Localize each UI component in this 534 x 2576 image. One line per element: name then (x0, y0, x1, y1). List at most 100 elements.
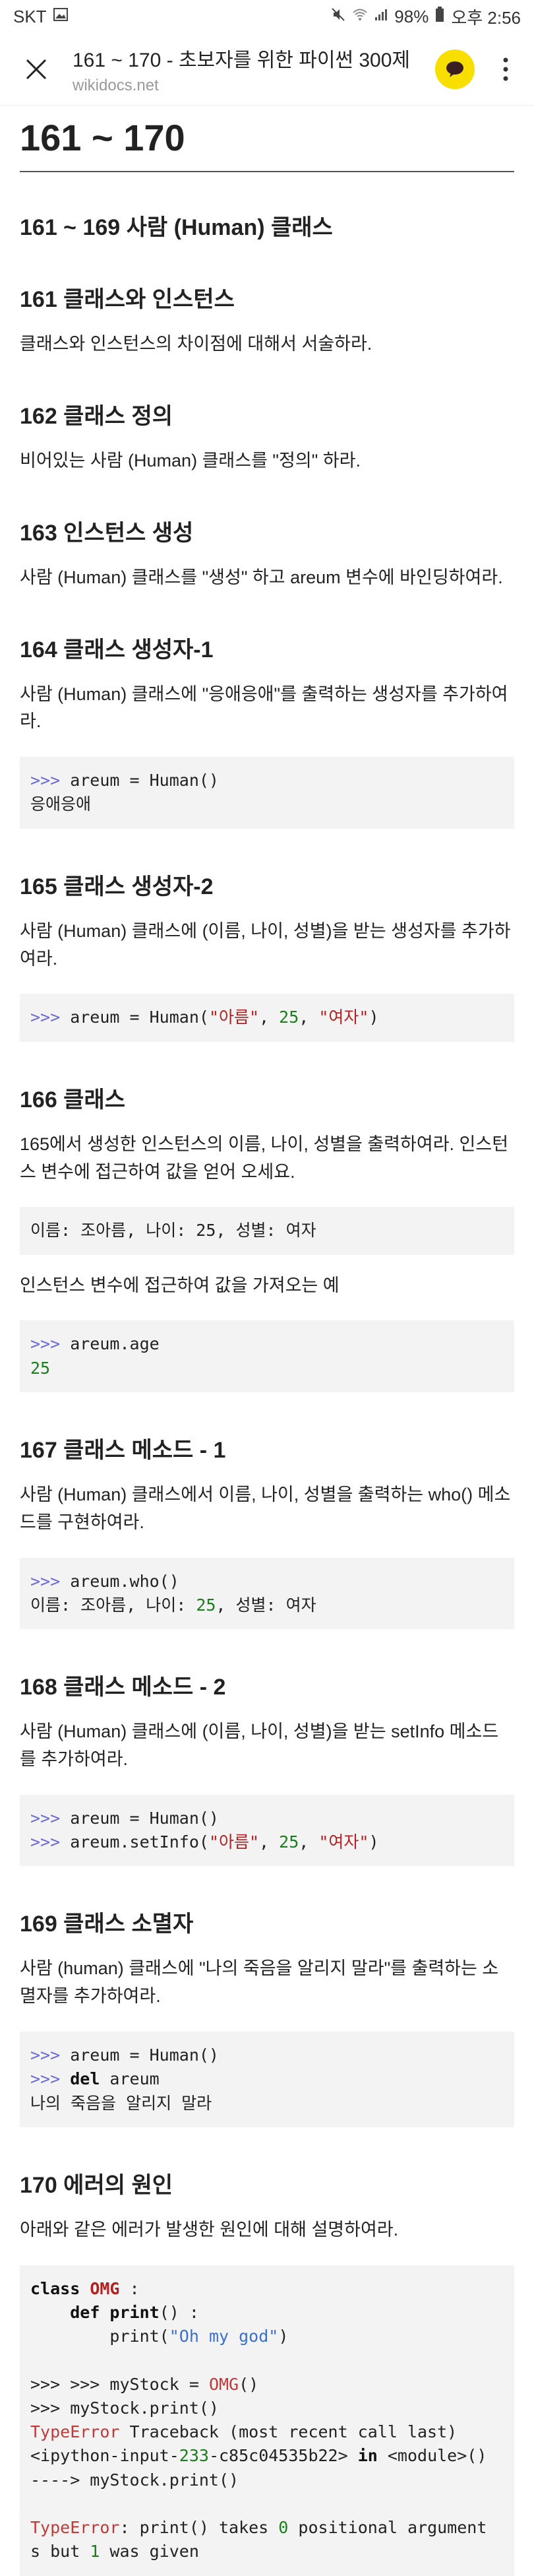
question-162-title: 162 클래스 정의 (20, 403, 173, 429)
chat-bubble-icon (446, 61, 463, 77)
code-text: : (119, 2278, 140, 2298)
battery-percent: 98% (394, 6, 429, 26)
section-heading: 161 ~ 169 사람 (Human) 클래스 (20, 215, 333, 240)
question-161-title: 161 클래스와 인스턴스 (20, 287, 235, 312)
code-class-name: OMG (208, 2374, 239, 2394)
status-bar: SKT 98% 오후 2:56 (0, 0, 534, 33)
code-text: areum = Human() (60, 2045, 219, 2065)
code-number: 25 (279, 1832, 299, 1852)
clock: 오후 2:56 (451, 7, 521, 28)
question-167-code: >>> areum.who() 이름: 조아름, 나이: 25, 성별: 여자 (20, 1557, 514, 1630)
code-text: -c85c04535b22> (208, 2446, 358, 2466)
code-prompt: >>> (30, 771, 61, 790)
code-text: s but (30, 2542, 90, 2561)
code-error-name: TypeError (30, 2518, 120, 2538)
question-170-desc: 아래와 같은 에러가 발생한 원인에 대해 설명하여라. (20, 2219, 399, 2239)
carrier-label: SKT (13, 6, 47, 26)
question-164-desc: 사람 (Human) 클래스에 "응애응애"를 출력하는 생성자를 추가하여라. (20, 684, 508, 732)
question-166-desc: 165에서 생성한 인스턴스의 이름, 나이, 성별을 출력하여라. 인스턴스 … (20, 1134, 509, 1182)
code-keyword: class (30, 2278, 80, 2298)
code-text: , (259, 1008, 280, 1027)
question-166-code: >>> areum.age 25 (20, 1320, 514, 1392)
wifi-icon (352, 7, 368, 26)
code-prompt: >>> (30, 1808, 61, 1828)
question-170-title: 170 에러의 원인 (20, 2172, 173, 2198)
article-content: 161 ~ 170 161 ~ 169 사람 (Human) 클래스 161 클… (20, 106, 514, 2576)
code-keyword: in (357, 2446, 378, 2466)
code-number: 233 (179, 2446, 209, 2466)
code-number: 0 (278, 2518, 289, 2538)
battery-icon (435, 6, 444, 27)
code-number: 25 (196, 1595, 216, 1615)
code-output: 이름: 조아름, 나이: (30, 1595, 196, 1615)
code-output: 나의 죽음을 알리지 말라 (30, 2093, 212, 2113)
code-prompt: >>> (30, 1008, 61, 1027)
question-170-code: class OMG : def print() : print("Oh my g… (20, 2265, 514, 2576)
code-error-name: TypeError (30, 2422, 120, 2442)
code-string: "Oh my god" (169, 2327, 279, 2346)
code-number: 25 (279, 1008, 299, 1027)
code-text: was given (100, 2542, 199, 2561)
close-button[interactable] (0, 33, 73, 106)
question-168-code: >>> areum = Human() >>> areum.setInfo("아… (20, 1794, 514, 1867)
question-169-code: >>> areum = Human() >>> del areum 나의 죽음을… (20, 2032, 514, 2127)
code-text: areum.who() (60, 1571, 179, 1591)
code-text: Traceback (most recent call last) (119, 2422, 458, 2442)
question-164-title: 164 클래스 생성자-1 (20, 637, 214, 662)
question-166-output: 이름: 조아름, 나이: 25, 성별: 여자 (20, 1207, 514, 1255)
code-function-name: print (100, 2302, 160, 2322)
code-string: "여자" (318, 1008, 369, 1027)
code-text: areum = Human( (60, 1008, 209, 1027)
browser-page-title: 161 ~ 170 - 초보자를 위한 파이썬 300제 (73, 49, 411, 71)
code-text: ) (369, 1008, 379, 1027)
code-string: "아름" (208, 1008, 260, 1027)
question-166-desc2: 인스턴스 변수에 접근하여 값을 가져오는 예 (20, 1275, 340, 1295)
code-keyword: def (70, 2302, 100, 2322)
question-166-title: 166 클래스 (20, 1087, 126, 1112)
status-right: 98% 오후 2:56 (331, 5, 521, 29)
code-output: 이름: 조아름, 나이: 25, 성별: 여자 (30, 1221, 316, 1240)
code-output: 응애응애 (30, 794, 92, 814)
code-text: areum = Human() (60, 771, 219, 790)
code-text: print( (109, 2327, 169, 2346)
question-167-desc: 사람 (Human) 클래스에서 이름, 나이, 성별을 출력하는 who() … (20, 1484, 511, 1532)
code-text: ) (369, 1832, 379, 1852)
question-163-title: 163 인스턴스 생성 (20, 520, 194, 546)
code-text: positional argument (288, 2518, 487, 2538)
code-prompt: >>> (30, 2069, 61, 2089)
browser-toolbar: 161 ~ 170 - 초보자를 위한 파이썬 300제 wikidocs.ne… (0, 33, 534, 106)
code-text: () (239, 2374, 259, 2394)
question-167-title: 167 클래스 메소드 - 1 (20, 1437, 226, 1463)
code-text: areum.setInfo( (60, 1832, 209, 1852)
question-168-title: 168 클래스 메소드 - 2 (20, 1675, 226, 1700)
code-text: () : (159, 2302, 199, 2322)
question-168-desc: 사람 (Human) 클래스에 (이름, 나이, 성별)을 받는 setInfo… (20, 1722, 499, 1769)
code-string: "여자" (318, 1832, 369, 1852)
signal-icon (374, 7, 388, 26)
code-text: , (299, 1832, 319, 1852)
more-vertical-icon (503, 57, 508, 80)
code-result: 25 (30, 1358, 51, 1378)
kakao-share-button[interactable] (435, 49, 475, 89)
code-text: >>> myStock.print() (30, 2398, 219, 2418)
code-text: >>> >>> myStock = (30, 2374, 209, 2394)
question-169-title: 169 클래스 소멸자 (20, 1912, 194, 1937)
code-prompt: >>> (30, 1571, 61, 1591)
more-options-button[interactable] (489, 43, 522, 96)
code-prompt: >>> (30, 1334, 61, 1354)
question-163-desc: 사람 (Human) 클래스를 "생성" 하고 areum 변수에 바인딩하여라… (20, 567, 503, 587)
question-169-desc: 사람 (human) 클래스에 "나의 죽음을 알리지 말라"를 출력하는 소멸… (20, 1958, 499, 2007)
code-text: areum = Human() (60, 1808, 219, 1828)
question-165-desc: 사람 (Human) 클래스에 (이름, 나이, 성별)을 받는 생성자를 추가… (20, 920, 511, 969)
code-class-name: OMG (90, 2278, 120, 2298)
question-161-desc: 클래스와 인스턴스의 차이점에 대해서 서술하라. (20, 334, 372, 354)
question-165-title: 165 클래스 생성자-2 (20, 874, 214, 899)
code-string: "아름" (208, 1832, 260, 1852)
question-165-code: >>> areum = Human("아름", 25, "여자") (20, 994, 514, 1042)
code-output: , 성별: 여자 (216, 1595, 316, 1615)
browser-title-area: 161 ~ 170 - 초보자를 위한 파이썬 300제 wikidocs.ne… (73, 44, 435, 95)
code-text: ) (278, 2327, 289, 2346)
code-text: areum (100, 2069, 160, 2089)
